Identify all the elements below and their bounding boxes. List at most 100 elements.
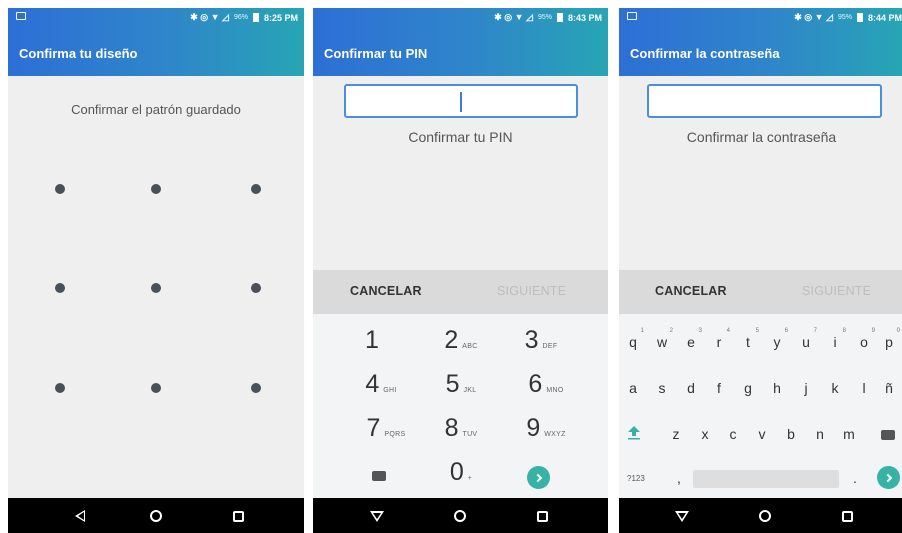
home-icon (454, 510, 466, 522)
key-x[interactable]: x (692, 426, 718, 442)
key-j[interactable]: j (793, 380, 819, 396)
nav-bar (313, 498, 608, 533)
password-input[interactable] (647, 84, 882, 118)
space-bar[interactable] (693, 470, 839, 488)
key-n-tilde[interactable]: ñ (876, 380, 902, 396)
key-u[interactable]: u7 (793, 328, 819, 350)
key-v[interactable]: v (749, 426, 775, 442)
key-2[interactable]: 2 ABC (431, 326, 491, 366)
pattern-dot[interactable] (251, 383, 261, 393)
pattern-dot[interactable] (251, 283, 261, 293)
key-a[interactable]: a (620, 380, 646, 396)
key-period[interactable]: . (842, 470, 868, 486)
next-button[interactable]: SIGUIENTE (497, 284, 566, 298)
home-button[interactable] (450, 506, 470, 526)
key-g[interactable]: g (735, 380, 761, 396)
pin-input[interactable] (344, 84, 578, 118)
key-o[interactable]: o9 (851, 328, 877, 350)
backspace-icon[interactable] (881, 430, 895, 440)
key-5[interactable]: 5 JKL (431, 370, 491, 410)
key-z[interactable]: z (663, 426, 689, 442)
key-0[interactable]: 0 + (431, 458, 491, 498)
app-bar: ✱ ◎ ▼ ◿ 96% 8:25 PM Confirma tu diseño (8, 8, 304, 76)
key-i[interactable]: i8 (822, 328, 848, 350)
pattern-dot[interactable] (251, 184, 261, 194)
recents-button[interactable] (837, 506, 857, 526)
cancel-button[interactable]: CANCELAR (655, 284, 727, 298)
key-m[interactable]: m (836, 426, 862, 442)
key-8[interactable]: 8 TUV (431, 414, 491, 454)
back-icon (75, 510, 85, 522)
text-cursor (460, 92, 462, 112)
home-icon (759, 510, 771, 522)
arrow-right-icon (533, 473, 542, 482)
pattern-dot[interactable] (151, 184, 161, 194)
key-q[interactable]: q1 (620, 328, 646, 350)
pattern-dot[interactable] (55, 283, 65, 293)
enter-button[interactable] (877, 466, 900, 489)
key-s[interactable]: s (649, 380, 675, 396)
key-7[interactable]: 7 PQRS (351, 414, 421, 454)
page-title: Confirmar tu PIN (324, 46, 428, 61)
key-e[interactable]: e3 (678, 328, 704, 350)
status-bar: ✱ ◎ ▼ ◿ 95% 8:43 PM (313, 8, 608, 28)
status-time: 8:25 PM (263, 12, 298, 23)
recents-button[interactable] (228, 506, 248, 526)
notification-icon (16, 12, 26, 20)
key-k[interactable]: k (822, 380, 848, 396)
pattern-dot[interactable] (151, 383, 161, 393)
cancel-button[interactable]: CANCELAR (350, 284, 422, 298)
key-r[interactable]: r4 (706, 328, 732, 350)
status-time: 8:43 PM (567, 12, 602, 23)
battery-percent: 95% (537, 14, 552, 21)
key-f[interactable]: f (706, 380, 732, 396)
pin-prompt: Confirmar tu PIN (408, 129, 513, 145)
battery-icon (252, 13, 259, 22)
back-button[interactable] (70, 506, 90, 526)
recents-icon (536, 510, 548, 522)
key-c[interactable]: c (720, 426, 746, 442)
symbols-key[interactable]: ?123 (627, 474, 645, 483)
battery-percent: 95% (837, 14, 852, 21)
key-l[interactable]: l (851, 380, 877, 396)
key-3[interactable]: 3 DEF (511, 326, 571, 366)
key-n[interactable]: n (807, 426, 833, 442)
key-p[interactable]: p0 (876, 328, 902, 350)
back-button[interactable] (367, 506, 387, 526)
shift-icon[interactable] (628, 426, 640, 440)
key-y[interactable]: y6 (764, 328, 790, 350)
action-bar: CANCELAR SIGUIENTE (619, 270, 902, 314)
app-bar: ✱ ◎ ▼ ◿ 95% 8:44 PM Confirmar la contras… (619, 8, 902, 76)
recents-button[interactable] (532, 506, 552, 526)
home-button[interactable] (146, 506, 166, 526)
key-4[interactable]: 4 GHI (351, 370, 411, 410)
qwerty-keyboard: q1 w2 e3 r4 t5 y6 u7 i8 o9 p0 a s d f g … (619, 314, 902, 498)
key-t[interactable]: t5 (735, 328, 761, 350)
pattern-dot[interactable] (151, 283, 161, 293)
pattern-dot[interactable] (55, 184, 65, 194)
home-button[interactable] (755, 506, 775, 526)
status-icons: ✱ ◎ ▼ ◿ (494, 12, 533, 22)
password-prompt: Confirmar la contraseña (686, 129, 837, 145)
key-9[interactable]: 9 WXYZ (511, 414, 581, 454)
status-bar: ✱ ◎ ▼ ◿ 95% 8:44 PM (619, 8, 902, 28)
backspace-icon[interactable] (372, 471, 386, 481)
key-6[interactable]: 6 MNO (511, 370, 581, 410)
key-1[interactable]: 1 (347, 326, 397, 366)
key-comma[interactable]: , (666, 470, 692, 486)
status-bar: ✱ ◎ ▼ ◿ 96% 8:25 PM (8, 8, 304, 28)
pattern-dot[interactable] (55, 383, 65, 393)
back-button[interactable] (672, 506, 692, 526)
notification-icon (627, 12, 637, 20)
recents-icon (841, 510, 853, 522)
enter-button[interactable] (527, 466, 550, 489)
pattern-screen: ✱ ◎ ▼ ◿ 96% 8:25 PM Confirma tu diseño C… (8, 8, 304, 533)
password-screen: ✱ ◎ ▼ ◿ 95% 8:44 PM Confirmar la contras… (619, 8, 902, 533)
key-b[interactable]: b (778, 426, 804, 442)
key-w[interactable]: w2 (649, 328, 675, 350)
next-button[interactable]: SIGUIENTE (802, 284, 871, 298)
key-d[interactable]: d (678, 380, 704, 396)
status-icons: ✱ ◎ ▼ ◿ (794, 12, 833, 22)
battery-percent: 96% (233, 14, 248, 21)
key-h[interactable]: h (764, 380, 790, 396)
